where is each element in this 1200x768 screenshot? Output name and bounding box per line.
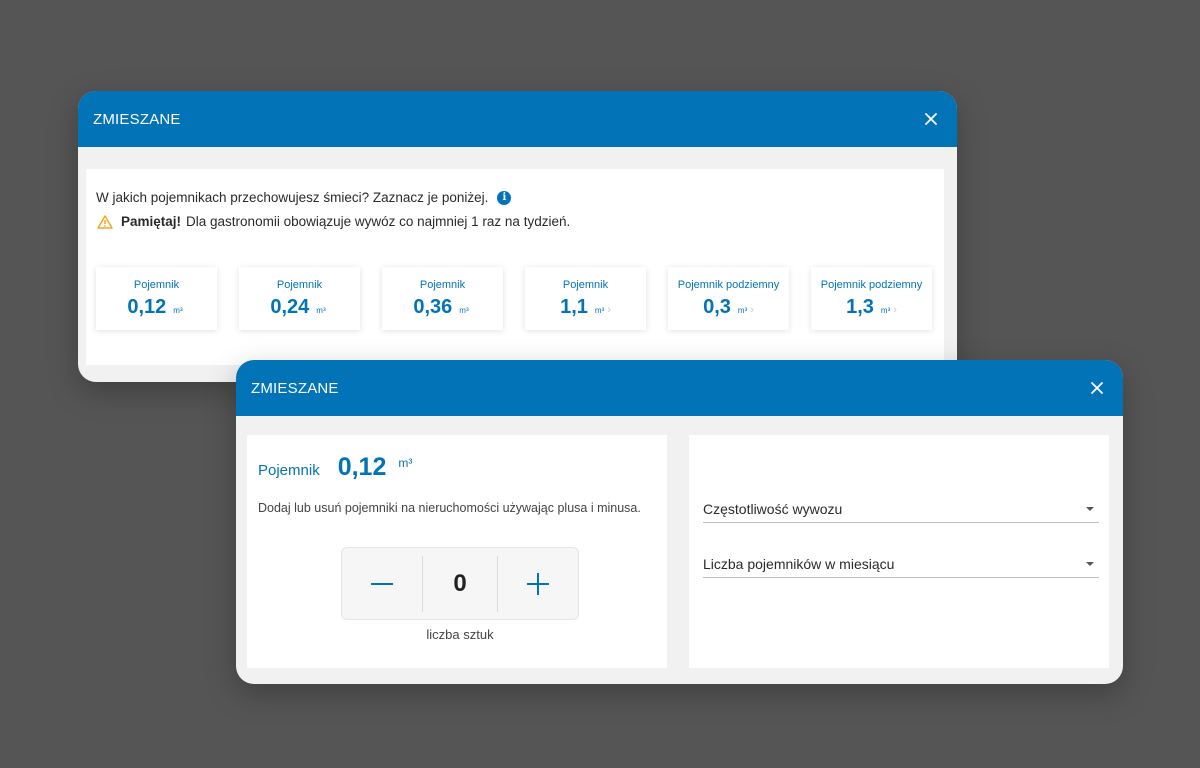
close-icon <box>1091 382 1103 394</box>
caret-down-icon <box>1086 506 1094 511</box>
warning-icon <box>97 214 113 229</box>
container-tile[interactable]: Pojemnik 0,12 m³ <box>96 267 217 330</box>
modal-title: ZMIESZANE <box>93 110 181 128</box>
tile-value: 0,24 <box>270 295 310 318</box>
tile-label: Pojemnik podziemny <box>820 278 923 291</box>
question-row: W jakich pojemnikach przechowujesz śmiec… <box>96 190 512 205</box>
chevron-right-icon: › <box>893 303 897 316</box>
frequency-select[interactable]: Częstotliwość wywozu <box>703 495 1099 523</box>
tile-label: Pojemnik <box>562 278 609 291</box>
quantity-value[interactable]: 0 <box>423 570 497 598</box>
modal-header: ZMIESZANE <box>78 91 957 147</box>
close-icon <box>925 113 937 125</box>
selected-container-label: Pojemnik <box>258 462 320 479</box>
decrement-button[interactable] <box>342 548 422 619</box>
help-text: Dodaj lub usuń pojemniki na nieruchomośc… <box>258 501 641 515</box>
tile-value: 0,3 <box>703 295 731 318</box>
tile-value: 1,3 <box>846 295 874 318</box>
tile-unit: m³ <box>173 305 183 315</box>
tile-value: 1,1 <box>560 295 588 318</box>
tile-label: Pojemnik <box>276 278 323 291</box>
question-text: W jakich pojemnikach przechowujesz śmiec… <box>96 190 489 205</box>
modal-body: W jakich pojemnikach przechowujesz śmiec… <box>86 169 944 365</box>
warning-row: Pamiętaj! Dla gastronomii obowiązuje wyw… <box>97 214 570 229</box>
tile-unit: m³ <box>459 305 469 315</box>
warning-bold: Pamiętaj! <box>121 214 182 229</box>
tile-unit: m³ <box>316 305 326 315</box>
tile-label: Pojemnik podziemny <box>677 278 780 291</box>
selected-container-unit: m³ <box>398 456 413 470</box>
stepper-caption: liczba sztuk <box>426 627 494 642</box>
modal-title: ZMIESZANE <box>251 379 339 397</box>
tile-label: Pojemnik <box>419 278 466 291</box>
quantity-stepper: 0 <box>341 547 579 620</box>
container-quantity-modal: ZMIESZANE Pojemnik 0,12 m³ Dodaj lub usu… <box>236 360 1123 684</box>
schedule-panel: Częstotliwość wywozu Liczba pojemników w… <box>689 435 1109 668</box>
selected-container: Pojemnik 0,12 m³ <box>258 453 412 482</box>
increment-button[interactable] <box>498 548 578 619</box>
container-tiles: Pojemnik 0,12 m³ Pojemnik 0,24 m³ Pojemnik… <box>96 267 932 330</box>
container-tile[interactable]: Pojemnik 0,24 m³ <box>239 267 360 330</box>
container-tile[interactable]: Pojemnik podziemny 0,3 m³ › <box>668 267 789 330</box>
chevron-right-icon: › <box>607 303 611 316</box>
tile-value: 0,12 <box>127 295 167 318</box>
close-button[interactable] <box>921 109 941 129</box>
monthly-count-select[interactable]: Liczba pojemników w miesiącu <box>703 550 1099 578</box>
monthly-count-select-label: Liczba pojemników w miesiącu <box>703 555 895 572</box>
container-type-modal: ZMIESZANE W jakich pojemnikach przechowu… <box>78 91 957 382</box>
warning-text: Dla gastronomii obowiązuje wywóz co najm… <box>186 214 571 229</box>
close-button[interactable] <box>1087 378 1107 398</box>
plus-icon <box>527 572 549 595</box>
minus-icon <box>371 582 393 585</box>
tile-unit: m³ <box>880 305 891 315</box>
caret-down-icon <box>1086 561 1094 566</box>
frequency-select-label: Częstotliwość wywozu <box>703 500 843 517</box>
chevron-right-icon: › <box>750 303 754 316</box>
container-tile[interactable]: Pojemnik 1,1 m³ › <box>525 267 646 330</box>
tile-value: 0,36 <box>413 295 453 318</box>
tile-unit: m³ <box>594 305 605 315</box>
selected-container-value: 0,12 <box>337 453 387 481</box>
quantity-panel: Pojemnik 0,12 m³ Dodaj lub usuń pojemnik… <box>247 435 667 668</box>
container-tile[interactable]: Pojemnik 0,36 m³ <box>382 267 503 330</box>
container-tile[interactable]: Pojemnik podziemny 1,3 m³ › <box>811 267 932 330</box>
tile-label: Pojemnik <box>133 278 180 291</box>
modal-header: ZMIESZANE <box>236 360 1123 416</box>
info-icon[interactable]: i <box>497 190 512 205</box>
tile-unit: m³ <box>737 305 748 315</box>
